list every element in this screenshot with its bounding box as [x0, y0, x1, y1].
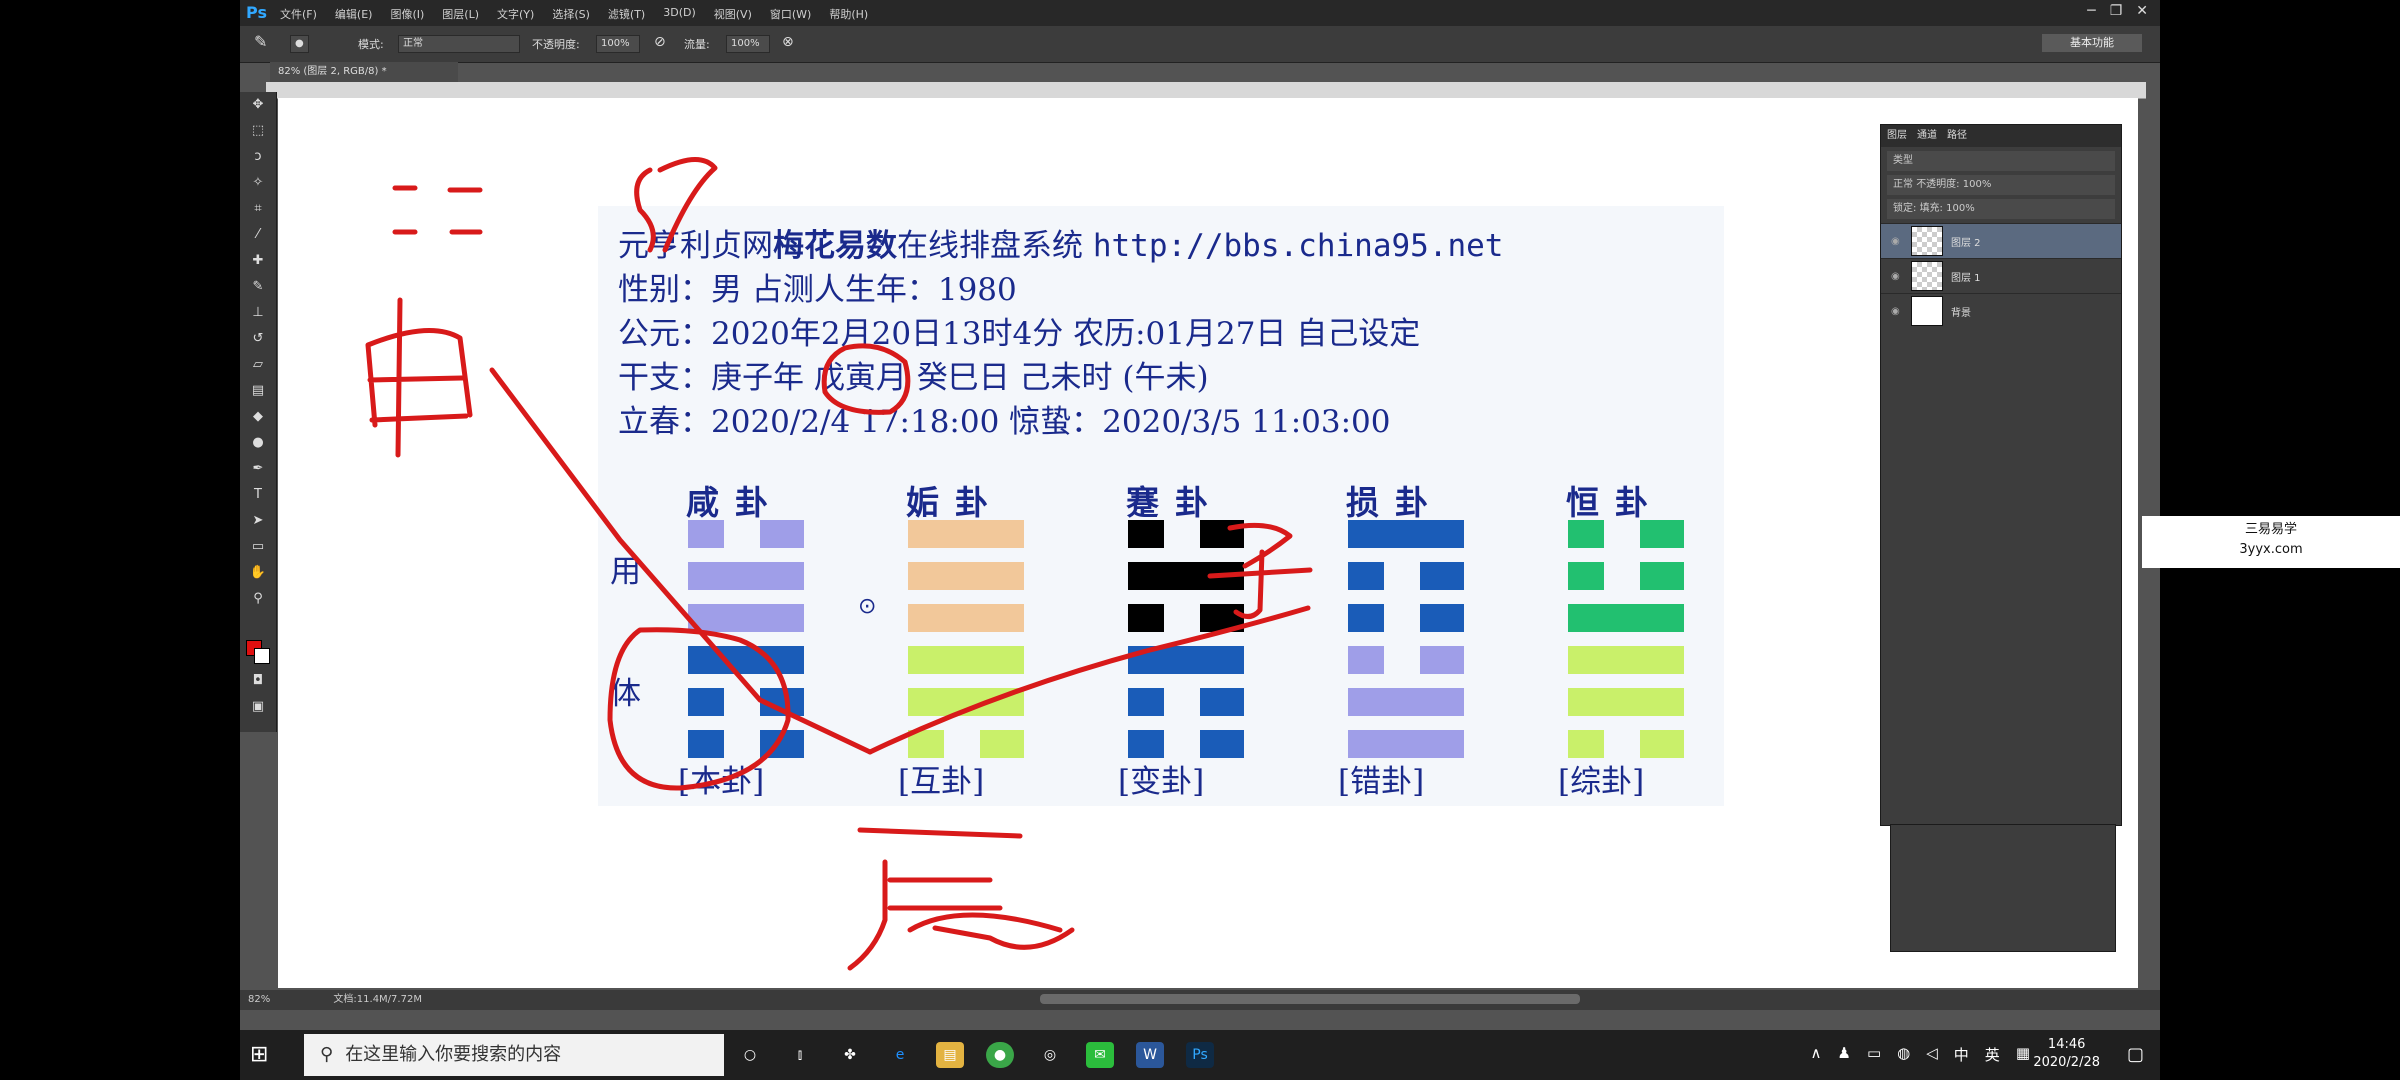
ink-circle-body	[607, 627, 791, 791]
ink-curve-to-zi	[867, 605, 1311, 755]
handwritten-annotations	[365, 157, 1313, 971]
ink-circle-month	[821, 343, 911, 415]
ink-character-zi	[1207, 522, 1313, 619]
ink-mark-eight	[634, 157, 718, 253]
ink-diagonal-line	[489, 367, 873, 755]
ink-character-shen	[365, 297, 473, 458]
ink-character-chen	[847, 827, 1075, 971]
ink-mark-dashes-top	[392, 185, 483, 235]
